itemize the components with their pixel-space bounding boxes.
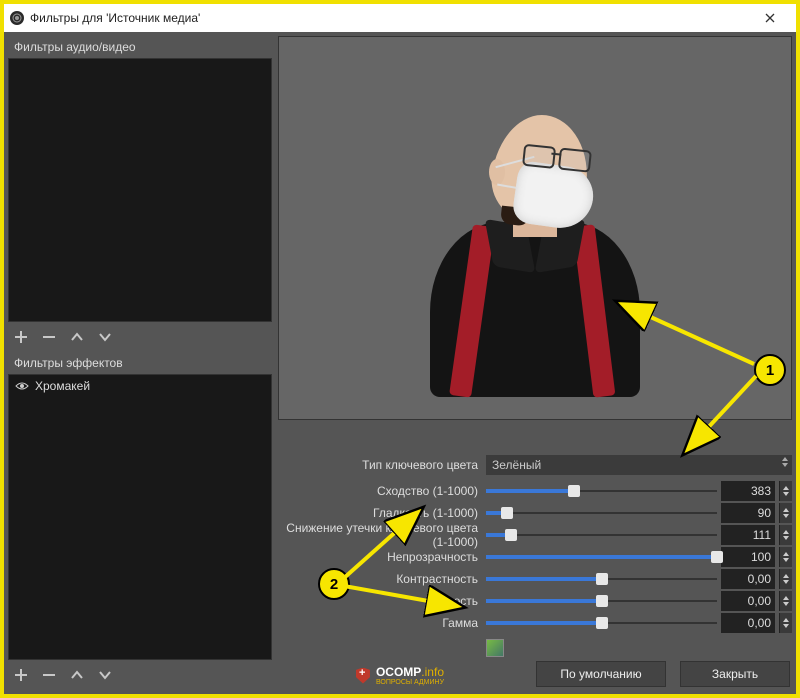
key-color-type-select[interactable]: Зелёный [486,455,792,475]
effect-filters-label: Фильтры эффектов [8,352,272,374]
setting-label: Снижение утечки ключевого цвета (1-1000) [278,521,478,549]
window-title: Фильтры для 'Источник медиа' [30,11,748,25]
add-fx-filter-button[interactable] [12,666,30,684]
setting-spin-buttons[interactable] [779,547,792,567]
setting-spin-buttons[interactable] [779,503,792,523]
key-color-swatch[interactable] [486,639,504,657]
setting-spin-buttons[interactable] [779,613,792,633]
watermark-sub: ВОПРОСЫ АДМИНУ [376,679,444,686]
close-button[interactable] [748,4,792,32]
setting-slider[interactable] [486,526,717,544]
setting-value[interactable]: 90 [721,503,775,523]
setting-slider[interactable] [486,548,717,566]
setting-spin-buttons[interactable] [779,569,792,589]
effect-filter-controls [8,660,272,690]
setting-label: Яркость [278,594,478,608]
setting-label: Непрозрачность [278,550,478,564]
remove-av-filter-button[interactable] [40,328,58,346]
bottom-bar: По умолчанию Закрыть [276,660,790,688]
effect-filters-list[interactable]: Хромакей [8,374,272,660]
setting-value[interactable]: 0,00 [721,591,775,611]
setting-row: Снижение утечки ключевого цвета (1-1000)… [278,524,792,546]
close-dialog-button[interactable]: Закрыть [680,661,790,687]
list-item-label: Хромакей [35,379,90,393]
setting-value[interactable]: 111 [721,525,775,545]
visibility-icon[interactable] [15,379,29,393]
watermark-tld: .info [421,665,444,679]
setting-row: Непрозрачность 100 [278,546,792,568]
watermark: OCOMP.info ВОПРОСЫ АДМИНУ [356,665,444,686]
setting-row: Гамма 0,00 [278,612,792,634]
setting-value[interactable]: 383 [721,481,775,501]
setting-label: Гладкость (1-1000) [278,506,478,520]
list-item[interactable]: Хромакей [9,375,271,397]
setting-value[interactable]: 0,00 [721,613,775,633]
watermark-brand: OCOMP [376,665,421,679]
setting-spin-buttons[interactable] [779,591,792,611]
right-pane: Тип ключевого цвета Зелёный Сходство (1-… [272,32,796,694]
left-pane: Фильтры аудио/видео Фильтры эффектов Хро… [4,32,272,694]
setting-value[interactable]: 100 [721,547,775,567]
setting-slider[interactable] [486,592,717,610]
key-color-type-value: Зелёный [492,458,541,472]
audio-video-filters-label: Фильтры аудио/видео [8,36,272,58]
setting-label: Гамма [278,616,478,630]
move-down-av-filter-button[interactable] [96,328,114,346]
preview-area [278,36,792,420]
combo-updown-icon [782,457,788,467]
remove-fx-filter-button[interactable] [40,666,58,684]
annotation-badge-1: 1 [754,354,786,386]
key-color-type-label: Тип ключевого цвета [278,458,478,472]
setting-row: Яркость 0,00 [278,590,792,612]
annotation-badge-2: 2 [318,568,350,600]
setting-value[interactable]: 0,00 [721,569,775,589]
preview-subject [405,77,665,397]
move-down-fx-filter-button[interactable] [96,666,114,684]
move-up-fx-filter-button[interactable] [68,666,86,684]
setting-slider[interactable] [486,482,717,500]
setting-label: Сходство (1-1000) [278,484,478,498]
move-up-av-filter-button[interactable] [68,328,86,346]
app-icon [10,11,24,25]
key-color-type-row: Тип ключевого цвета Зелёный [278,454,792,476]
titlebar: Фильтры для 'Источник медиа' [4,4,796,33]
audio-video-filters-list[interactable] [8,58,272,322]
setting-slider[interactable] [486,504,717,522]
audio-video-filter-controls [8,322,272,352]
setting-slider[interactable] [486,570,717,588]
setting-spin-buttons[interactable] [779,525,792,545]
add-av-filter-button[interactable] [12,328,30,346]
defaults-button[interactable]: По умолчанию [536,661,666,687]
setting-label: Контрастность [278,572,478,586]
setting-row: Сходство (1-1000) 383 [278,480,792,502]
setting-spin-buttons[interactable] [779,481,792,501]
filter-settings: Тип ключевого цвета Зелёный Сходство (1-… [278,454,792,658]
watermark-shield-icon [356,668,370,684]
setting-slider[interactable] [486,614,717,632]
setting-row: Контрастность 0,00 [278,568,792,590]
